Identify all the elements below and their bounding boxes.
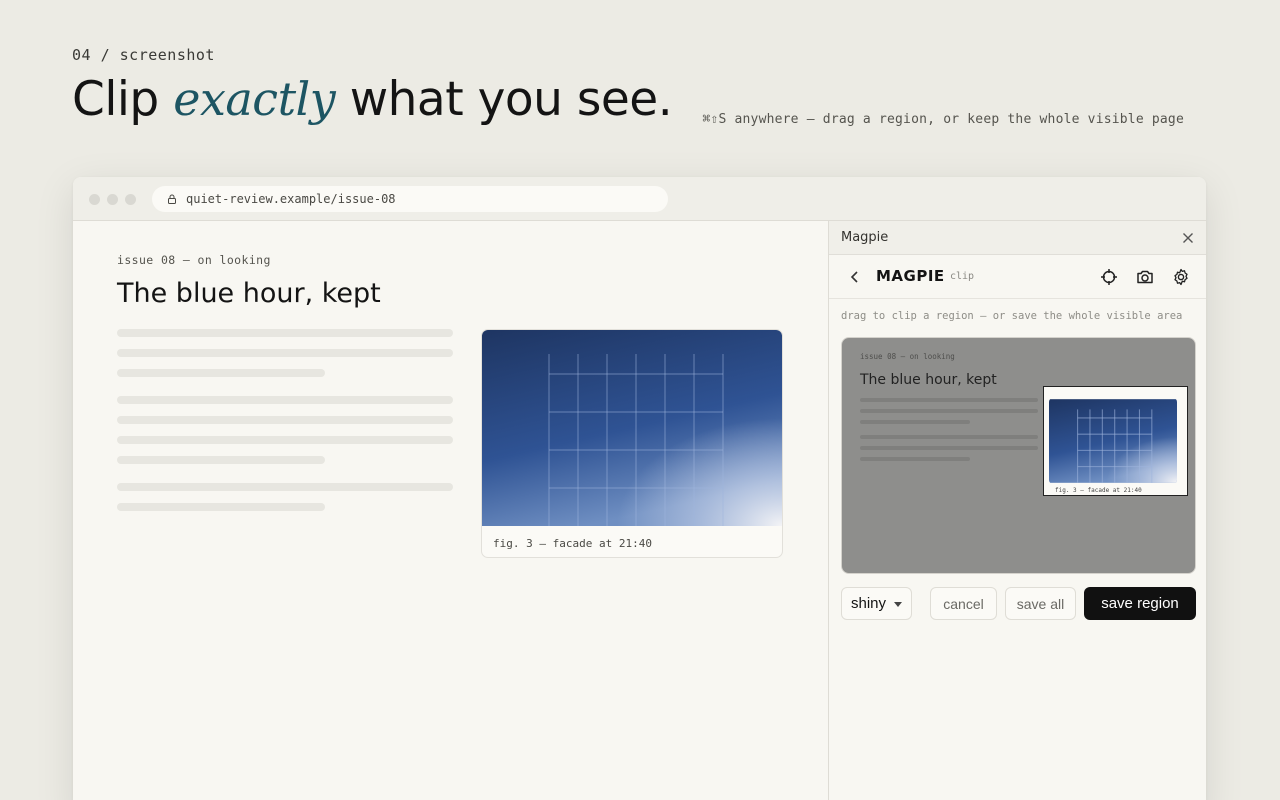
text-line-placeholder (117, 456, 325, 464)
window-zoom-dot[interactable] (125, 194, 136, 205)
preview-line (860, 446, 1038, 450)
browser-window: quiet-review.example/issue-08 issue 08 —… (73, 177, 1206, 800)
browser-chrome: quiet-review.example/issue-08 (73, 177, 1206, 221)
chevron-left-icon[interactable] (847, 269, 863, 285)
text-line-placeholder (117, 416, 453, 424)
preview-title: The blue hour, kept (860, 372, 997, 388)
panel-window-title: Magpie (841, 230, 889, 245)
text-line-placeholder (117, 483, 453, 491)
section-eyebrow: 04 / screenshot (72, 46, 215, 64)
headline-text-end: what you see. (335, 72, 673, 127)
gear-icon[interactable] (1171, 267, 1191, 287)
preview-line (860, 409, 1038, 413)
article-figure: fig. 3 — facade at 21:40 (481, 329, 783, 558)
lock-icon (168, 194, 176, 204)
preview-kicker: issue 08 — on looking (860, 352, 955, 361)
camera-icon[interactable] (1135, 267, 1155, 287)
text-line-placeholder (117, 369, 325, 377)
hero-headline: Clip exactly what you see. (72, 72, 673, 127)
figure-caption: fig. 3 — facade at 21:40 (493, 537, 652, 550)
selection-image (1049, 398, 1177, 484)
save-region-button[interactable]: save region (1084, 587, 1196, 620)
address-url: quiet-review.example/issue-08 (186, 192, 396, 206)
cancel-button[interactable]: cancel (930, 587, 997, 620)
preview-line (860, 457, 970, 461)
text-line-placeholder (117, 436, 453, 444)
facade-image (482, 330, 782, 526)
headline-text-start: Clip (72, 72, 174, 127)
brand-subtitle: clip (950, 271, 975, 282)
text-line-placeholder (117, 503, 325, 511)
text-line-placeholder (117, 396, 453, 404)
window-close-dot[interactable] (89, 194, 100, 205)
magpie-panel: Magpie MAGPIE clip drag to clip a region… (828, 221, 1206, 800)
text-line-placeholder (117, 349, 453, 357)
chevron-down-icon (894, 602, 902, 607)
shortcut-hint: ⌘⇧S anywhere — drag a region, or keep th… (702, 112, 1184, 127)
headline-accent: exactly (173, 72, 336, 126)
style-select-value: shiny (851, 595, 887, 612)
preview-line (860, 420, 970, 424)
style-select[interactable]: shiny (841, 587, 912, 620)
capture-preview[interactable]: issue 08 — on looking The blue hour, kep… (841, 337, 1196, 574)
text-line-placeholder (117, 329, 453, 337)
article-title: The blue hour, kept (117, 278, 381, 309)
panel-toolbar: MAGPIE clip (829, 255, 1206, 299)
selection-caption: fig. 3 — facade at 21:40 (1055, 487, 1142, 494)
brand-logo: MAGPIE (876, 267, 945, 285)
panel-hint: drag to clip a region — or save the whol… (841, 310, 1183, 322)
preview-line (860, 435, 1038, 439)
close-icon[interactable] (1180, 230, 1196, 246)
panel-titlebar: Magpie (829, 221, 1206, 255)
save-all-button[interactable]: save all (1005, 587, 1076, 620)
selection-region[interactable]: fig. 3 — facade at 21:40 (1043, 386, 1188, 496)
address-bar[interactable]: quiet-review.example/issue-08 (152, 186, 668, 212)
article-page: issue 08 — on looking The blue hour, kep… (73, 221, 828, 800)
panel-actions: shiny cancel save all save region (841, 587, 1197, 621)
preview-line (860, 398, 1038, 402)
crosshair-icon[interactable] (1099, 267, 1119, 287)
window-minimize-dot[interactable] (107, 194, 118, 205)
article-kicker: issue 08 — on looking (117, 253, 271, 267)
